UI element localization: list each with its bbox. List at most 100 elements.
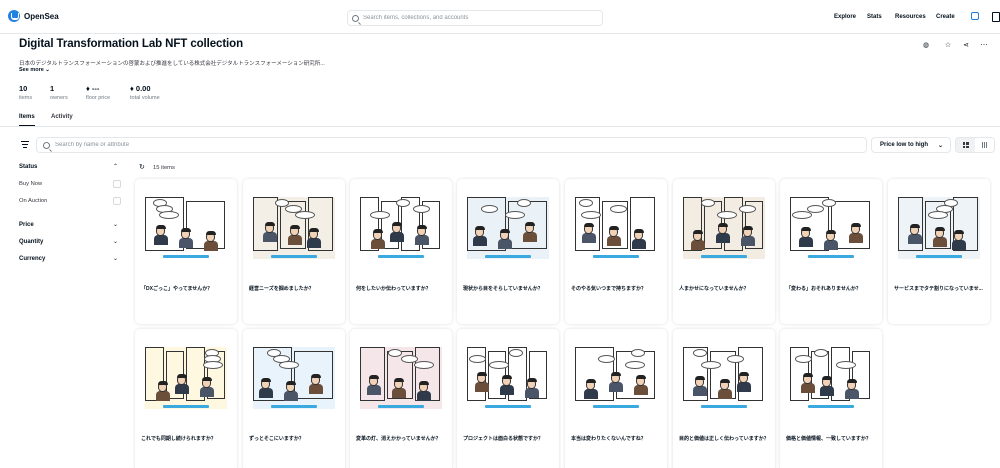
- nft-name: 経営ニーズを掴めましたか？: [249, 286, 314, 292]
- divider: [0, 126, 1000, 127]
- nft-name: そのやる気いつまで持ちますか？: [571, 286, 647, 292]
- stat-total-volume: ♦ 0.00 total volume: [130, 84, 160, 101]
- stat-label: owners: [50, 95, 68, 101]
- stat-label: items: [19, 95, 33, 101]
- filter-price-heading[interactable]: Price: [19, 222, 34, 228]
- nft-name: サービスまでタテ割りになっていませ...: [894, 286, 983, 292]
- nft-image[interactable]: [457, 329, 559, 429]
- nft-image[interactable]: [780, 179, 882, 279]
- attribute-search[interactable]: [36, 137, 867, 153]
- global-search[interactable]: [347, 10, 603, 26]
- attribute-search-input[interactable]: [55, 142, 855, 148]
- nav-explore[interactable]: Explore: [834, 14, 856, 20]
- nft-name: ずっとそこにいますか？: [249, 436, 304, 442]
- nft-card[interactable]: 人まかせになっていませんか？: [673, 179, 775, 324]
- chevron-down-icon[interactable]: ⌄: [113, 255, 118, 262]
- search-icon: [43, 141, 50, 149]
- stat-floor-price: ♦ --- floor price: [86, 84, 110, 101]
- filter-buy-now-checkbox[interactable]: [113, 180, 121, 188]
- opensea-logo-icon: [8, 10, 20, 22]
- chevron-down-icon[interactable]: ⌄: [113, 221, 118, 228]
- stat-label: total volume: [130, 95, 160, 101]
- filter-on-auction-label[interactable]: On Auction: [19, 198, 47, 204]
- see-more-link[interactable]: See more ⌄: [19, 67, 50, 73]
- share-icon[interactable]: ⋖: [962, 42, 970, 50]
- nft-image[interactable]: [457, 179, 559, 279]
- see-more-label: See more: [19, 67, 44, 73]
- logo-text: OpenSea: [24, 11, 59, 21]
- nft-image[interactable]: [243, 179, 345, 279]
- nft-image[interactable]: [135, 329, 237, 429]
- globe-icon[interactable]: ◍: [922, 42, 930, 50]
- large-grid-button[interactable]: [956, 138, 975, 152]
- nft-name: プロジェクトは面白る状態ですか？: [463, 436, 544, 442]
- nft-name: 目的と価値は正しく伝わっていますか？: [679, 436, 769, 442]
- stat-items: 10 items: [19, 84, 32, 101]
- star-icon[interactable]: ☆: [944, 42, 952, 50]
- opensea-logo[interactable]: OpenSea: [8, 10, 59, 22]
- nft-name: これでも同期し続けられますか？: [141, 436, 216, 442]
- nft-image[interactable]: [135, 179, 237, 279]
- nft-card[interactable]: 現状から目をそらしていませんか？: [457, 179, 559, 324]
- nft-image[interactable]: [673, 179, 775, 279]
- stat-value: ♦ 0.00: [130, 84, 151, 93]
- chevron-down-icon[interactable]: ⌄: [113, 238, 118, 245]
- more-icon[interactable]: ⋯: [980, 42, 988, 50]
- filter-status-heading[interactable]: Status: [19, 164, 37, 170]
- large-grid-icon: [962, 142, 969, 148]
- chevron-up-icon[interactable]: ⌃: [113, 163, 118, 170]
- nft-card[interactable]: プロジェクトは面白る状態ですか？: [457, 329, 559, 468]
- tab-items[interactable]: Items: [19, 114, 35, 120]
- nft-image[interactable]: [350, 179, 452, 279]
- filter-buy-now-label[interactable]: Buy Now: [19, 181, 42, 187]
- filter-quantity-heading[interactable]: Quantity: [19, 239, 43, 245]
- stat-owners: 1 owners: [50, 84, 68, 101]
- nft-card[interactable]: 変革の灯、消えかかっていませんか？: [350, 329, 452, 468]
- nav-create[interactable]: Create: [936, 14, 955, 20]
- nft-name: 変革の灯、消えかかっていませんか？: [356, 436, 441, 442]
- stat-value: ♦ ---: [86, 84, 100, 93]
- nav-resources[interactable]: Resources: [895, 14, 926, 20]
- nft-image[interactable]: [350, 329, 452, 429]
- nft-card[interactable]: 目的と価値は正しく伝わっていますか？: [673, 329, 775, 468]
- nft-name: 「DXごっこ」やってませんか？: [141, 286, 213, 292]
- nft-card[interactable]: 経営ニーズを掴めましたか？: [243, 179, 345, 324]
- filter-currency-heading[interactable]: Currency: [19, 256, 45, 262]
- nft-image[interactable]: [565, 179, 667, 279]
- nft-image[interactable]: [780, 329, 882, 429]
- nft-image[interactable]: [565, 329, 667, 429]
- nft-card[interactable]: ずっとそこにいますか？: [243, 329, 345, 468]
- nft-name: 人まかせになっていませんか？: [679, 286, 749, 292]
- nft-image[interactable]: [673, 329, 775, 429]
- nft-name: 現状から目をそらしていませんか？: [463, 286, 543, 292]
- nft-name: 何をしたいか伝わっていますか？: [356, 286, 431, 292]
- nav-stats[interactable]: Stats: [867, 14, 882, 20]
- stat-value: 10: [19, 84, 28, 93]
- filter-on-auction-checkbox[interactable]: [113, 197, 121, 205]
- nft-card[interactable]: そのやる気いつまで持ちますか？: [565, 179, 667, 324]
- sort-dropdown[interactable]: Price low to high ⌄: [871, 137, 951, 153]
- small-grid-button[interactable]: [975, 138, 994, 152]
- filter-toggle-button[interactable]: [19, 140, 31, 150]
- nft-card[interactable]: これでも同期し続けられますか？: [135, 329, 237, 468]
- sort-label: Price low to high: [880, 142, 929, 148]
- wallet-icon[interactable]: [971, 12, 979, 20]
- nft-card[interactable]: 「DXごっこ」やってませんか？: [135, 179, 237, 324]
- view-toggle: [955, 137, 995, 153]
- stat-label: floor price: [86, 95, 111, 101]
- nft-card[interactable]: 「変わる」おそれありませんか？: [780, 179, 882, 324]
- collection-title: Digital Transformation Lab NFT collectio…: [19, 38, 244, 50]
- nft-card[interactable]: 何をしたいか伝わっていますか？: [350, 179, 452, 324]
- chevron-down-icon: ⌄: [937, 143, 943, 149]
- global-search-input[interactable]: [363, 15, 593, 21]
- tab-activity[interactable]: Activity: [51, 114, 73, 120]
- nft-image[interactable]: [243, 329, 345, 429]
- refresh-icon[interactable]: ↻: [139, 163, 145, 171]
- nft-card[interactable]: 価格と価値情報、一致していますか？: [780, 329, 882, 468]
- collection-description: 日本のデジタルトランスフォーメーションの啓蒙および推進をしている株式会社デジタル…: [19, 61, 325, 67]
- nft-card[interactable]: 本当は変わりたくないんですね？: [565, 329, 667, 468]
- stat-value: 1: [50, 84, 55, 93]
- nft-image[interactable]: [888, 179, 990, 279]
- nft-card[interactable]: サービスまでタテ割りになっていませ...: [888, 179, 990, 324]
- cart-icon[interactable]: [992, 12, 1000, 22]
